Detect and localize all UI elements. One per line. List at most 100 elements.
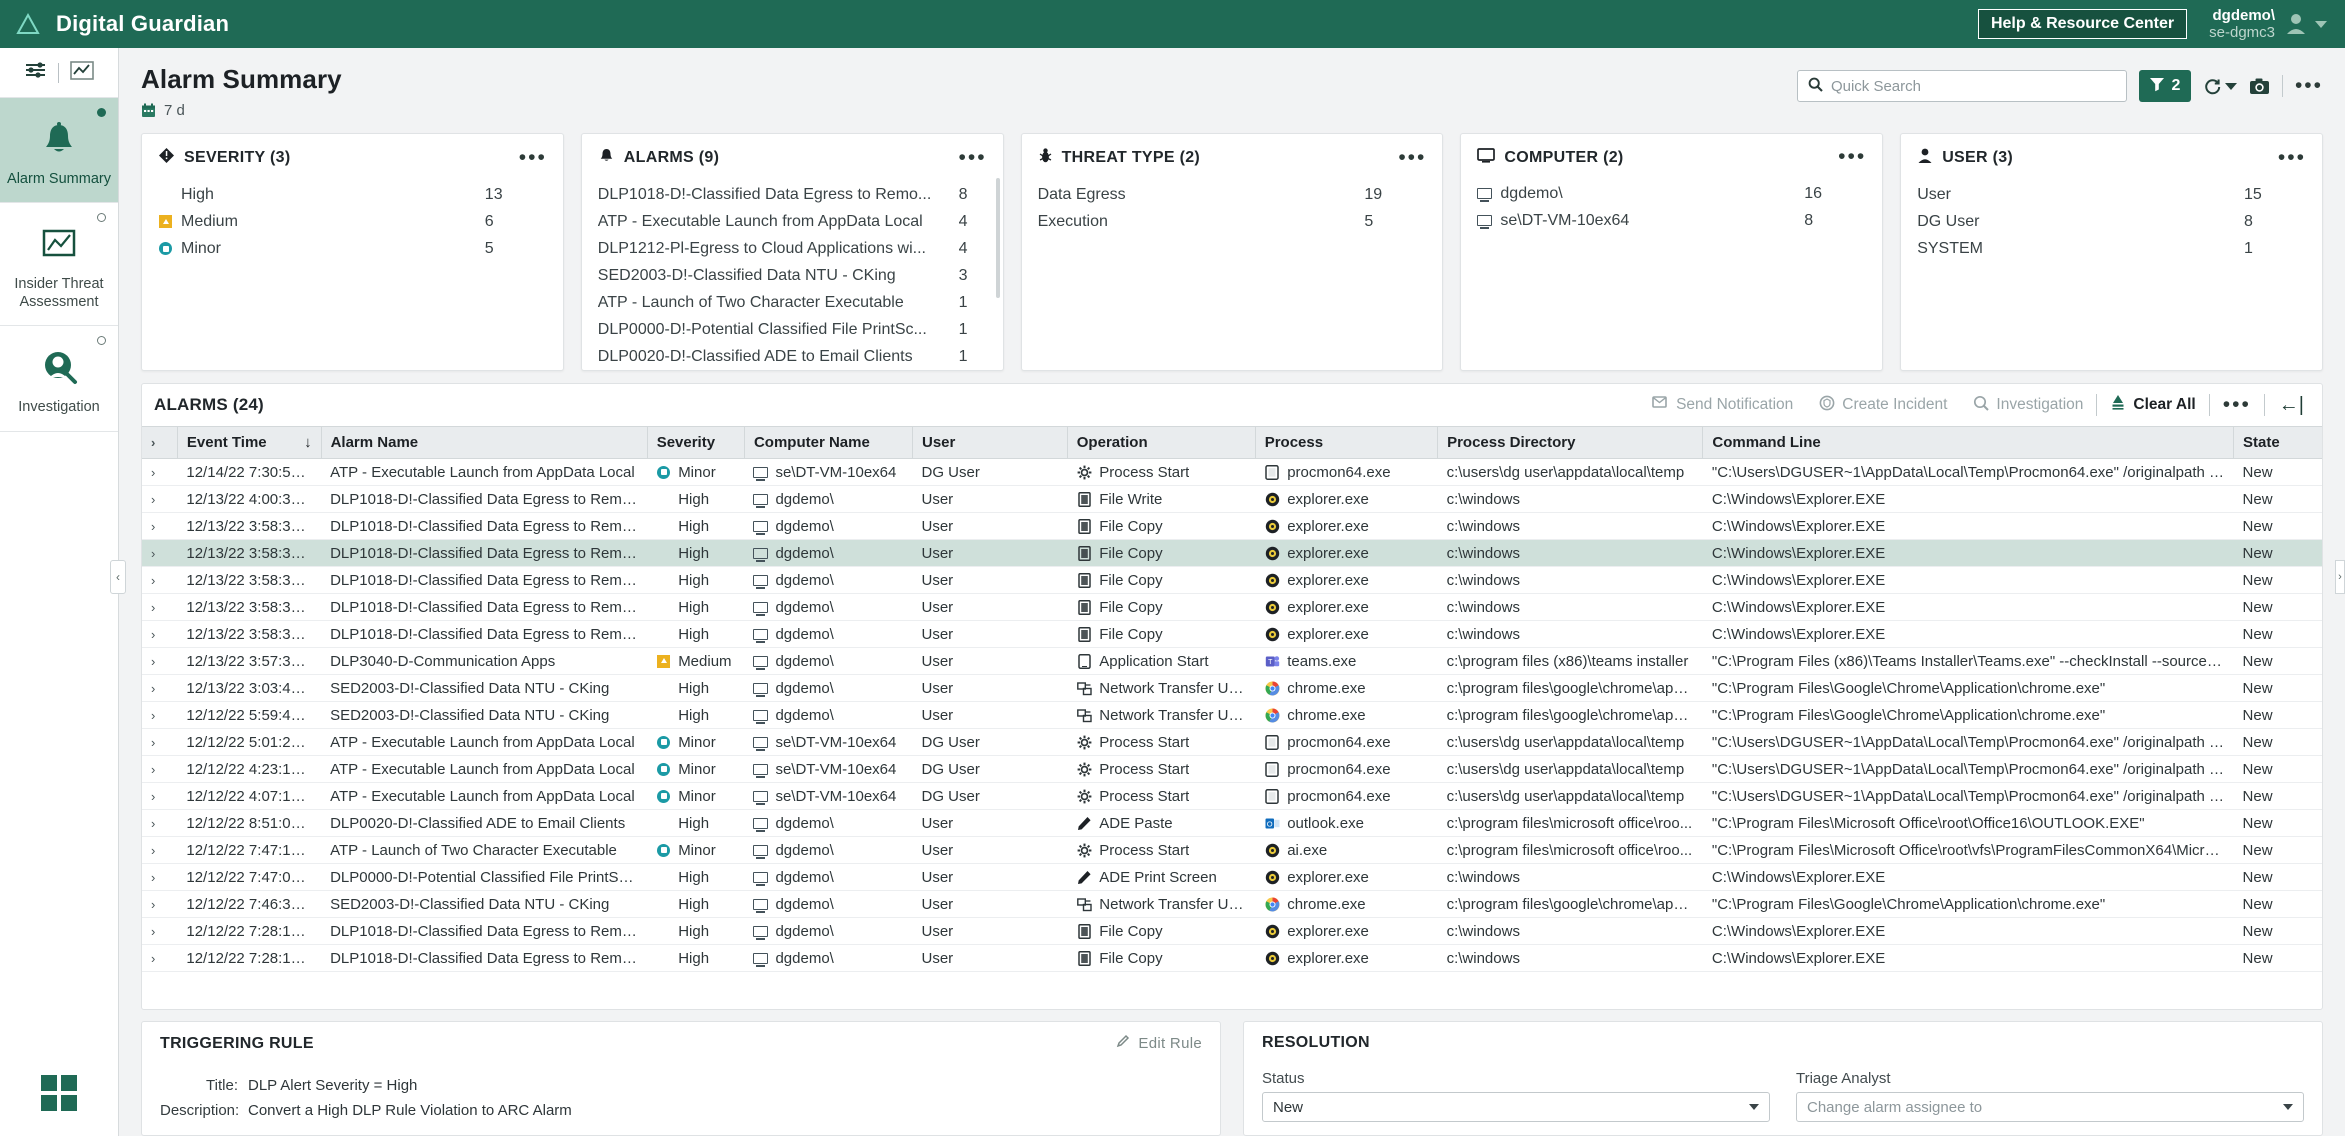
- list-item[interactable]: Minor 5: [158, 235, 547, 262]
- col-header-process[interactable]: Process: [1254, 426, 1438, 459]
- col-header-process-directory[interactable]: Process Directory: [1437, 426, 1703, 459]
- row-expand-cell[interactable]: ›: [142, 458, 178, 486]
- filters-icon[interactable]: [25, 61, 47, 84]
- list-item[interactable]: User 15: [1917, 181, 2306, 208]
- table-row[interactable]: › 12/12/22 5:01:26 PM ATP - Executable Lau…: [142, 728, 2322, 756]
- app-grid-icon[interactable]: [0, 1058, 118, 1136]
- row-expand-cell[interactable]: ›: [142, 647, 178, 675]
- list-item[interactable]: DLP1212-Pl-Egress to Cloud Applications …: [598, 235, 987, 262]
- col-header-severity[interactable]: Severity: [646, 426, 745, 459]
- list-item[interactable]: DLP0020-D!-Classified ADE to Email Clien…: [598, 343, 987, 370]
- create-incident-button[interactable]: Create Incident: [1806, 395, 1960, 416]
- panel-collapse-handle[interactable]: ›: [2335, 560, 2345, 594]
- table-row[interactable]: › 12/13/22 3:58:39 AM DLP1018-D!-Classifie…: [142, 539, 2322, 567]
- list-item[interactable]: DLP1018-D!-Classified Data Egress to Rem…: [598, 181, 987, 208]
- table-row[interactable]: › 12/13/22 3:57:39 AM DLP3040-D-Communicat…: [142, 647, 2322, 675]
- table-row[interactable]: › 12/12/22 7:47:10 AM ATP - Launch of Two …: [142, 836, 2322, 864]
- table-row[interactable]: › 12/13/22 3:58:39 AM DLP1018-D!-Classifie…: [142, 620, 2322, 648]
- list-item[interactable]: ATP - Launch of Two Character Executable…: [598, 289, 987, 316]
- col-header-state[interactable]: State: [2233, 426, 2322, 459]
- table-row[interactable]: › 12/13/22 3:58:39 AM DLP1018-D!-Classifie…: [142, 566, 2322, 594]
- chart-panel-icon[interactable]: [69, 60, 94, 85]
- list-item[interactable]: Data Egress 19: [1038, 181, 1427, 208]
- help-resource-center-button[interactable]: Help & Resource Center: [1977, 9, 2188, 39]
- table-row[interactable]: › 12/12/22 7:47:06 AM DLP0000-D!-Potential…: [142, 863, 2322, 891]
- row-expand-cell[interactable]: ›: [142, 539, 178, 567]
- row-expand-cell[interactable]: ›: [142, 620, 178, 648]
- list-item[interactable]: ATP - Executable Launch from AppData Loc…: [598, 208, 987, 235]
- investigation-button[interactable]: Investigation: [1960, 395, 2096, 416]
- list-item[interactable]: Medium 6: [158, 208, 547, 235]
- ellipsis-icon[interactable]: •••: [1398, 147, 1426, 167]
- alarms-more-button[interactable]: •••: [2210, 394, 2264, 414]
- table-row[interactable]: › 12/12/22 5:59:42 PM SED2003-D!-Classifie…: [142, 701, 2322, 729]
- sidebar-item-alarm-summary[interactable]: Alarm Summary: [0, 98, 118, 204]
- col-header-computer-name[interactable]: Computer Name: [743, 426, 913, 459]
- table-row[interactable]: › 12/13/22 4:00:39 AM DLP1018-D!-Classifie…: [142, 485, 2322, 513]
- table-row[interactable]: › 12/13/22 3:58:39 AM DLP1018-D!-Classifie…: [142, 512, 2322, 540]
- send-notification-button[interactable]: Send Notification: [1639, 395, 1806, 415]
- row-expand-cell[interactable]: ›: [142, 512, 178, 540]
- arrow-left-icon[interactable]: ←|: [2265, 394, 2310, 417]
- row-expand-cell[interactable]: ›: [142, 701, 178, 729]
- edit-rule-button[interactable]: Edit Rule: [1116, 1034, 1202, 1053]
- list-item[interactable]: Execution 5: [1038, 208, 1427, 235]
- table-row[interactable]: › 12/14/22 7:30:50 AM ATP - Executable Lau…: [142, 458, 2322, 486]
- col-header-operation[interactable]: Operation: [1066, 426, 1256, 459]
- table-row[interactable]: › 12/12/22 7:28:15 AM DLP1018-D!-Classifie…: [142, 917, 2322, 945]
- filter-button[interactable]: 2: [2138, 70, 2191, 102]
- row-expand-cell[interactable]: ›: [142, 485, 178, 513]
- row-expand-cell[interactable]: ›: [142, 809, 178, 837]
- table-row[interactable]: › 12/13/22 3:58:39 AM DLP1018-D!-Classifie…: [142, 593, 2322, 621]
- row-expand-cell[interactable]: ›: [142, 836, 178, 864]
- list-item[interactable]: se\DT-VM-10ex64 8: [1477, 207, 1866, 234]
- chevron-down-icon[interactable]: [2224, 82, 2237, 90]
- table-row[interactable]: › 12/12/22 7:46:39 AM SED2003-D!-Classifie…: [142, 890, 2322, 918]
- refresh-button[interactable]: [2203, 77, 2237, 96]
- table-row[interactable]: › 12/12/22 8:51:09 AM DLP0020-D!-Classifie…: [142, 809, 2322, 837]
- col-header-command-line[interactable]: Command Line: [1702, 426, 2234, 459]
- list-item[interactable]: High 13: [158, 181, 547, 208]
- list-item[interactable]: dgdemo\ 16: [1477, 180, 1866, 207]
- list-item[interactable]: DG User 8: [1917, 208, 2306, 235]
- list-item[interactable]: SYSTEM 1: [1917, 235, 2306, 262]
- avatar[interactable]: [2285, 12, 2327, 36]
- clear-all-button[interactable]: Clear All: [2097, 394, 2208, 416]
- row-expand-cell[interactable]: ›: [142, 755, 178, 783]
- chevron-down-icon[interactable]: [2315, 20, 2327, 28]
- table-row[interactable]: › 12/12/22 7:28:15 AM DLP1018-D!-Classifie…: [142, 944, 2322, 972]
- col-header-event-time[interactable]: Event Time ↓: [176, 426, 322, 459]
- expand-all-header[interactable]: ›: [142, 426, 178, 459]
- table-row[interactable]: › 12/13/22 3:03:44 AM SED2003-D!-Classifie…: [142, 674, 2322, 702]
- row-expand-cell[interactable]: ›: [142, 782, 178, 810]
- row-expand-cell[interactable]: ›: [142, 944, 178, 972]
- row-expand-cell[interactable]: ›: [142, 917, 178, 945]
- sidebar-item-insider-threat-assessment[interactable]: Insider Threat Assessment: [0, 203, 118, 327]
- date-range-filter[interactable]: 7 d: [141, 102, 342, 119]
- table-row[interactable]: › 12/12/22 4:23:10 PM ATP - Executable Lau…: [142, 755, 2322, 783]
- card-scrollbar[interactable]: [995, 178, 1000, 298]
- ellipsis-icon[interactable]: •••: [959, 147, 987, 167]
- list-item[interactable]: SED2003-D!-Classified Data NTU - CKing 3: [598, 262, 987, 289]
- row-expand-cell[interactable]: ›: [142, 728, 178, 756]
- col-header-user[interactable]: User: [912, 426, 1068, 459]
- row-expand-cell[interactable]: ›: [142, 593, 178, 621]
- col-header-alarm-name[interactable]: Alarm Name: [320, 426, 648, 459]
- status-select[interactable]: New: [1262, 1092, 1770, 1122]
- snapshot-button[interactable]: [2249, 77, 2270, 95]
- row-expand-cell[interactable]: ›: [142, 863, 178, 891]
- ellipsis-icon[interactable]: •••: [519, 147, 547, 167]
- ellipsis-icon[interactable]: •••: [2278, 147, 2306, 167]
- triage-analyst-select[interactable]: Change alarm assignee to: [1796, 1092, 2304, 1122]
- ellipsis-icon[interactable]: •••: [2295, 75, 2323, 95]
- table-row[interactable]: › 12/12/22 4:07:13 PM ATP - Executable Lau…: [142, 782, 2322, 810]
- sidebar-item-investigation[interactable]: Investigation: [0, 326, 118, 432]
- search-input[interactable]: [1830, 77, 2116, 95]
- row-expand-cell[interactable]: ›: [142, 674, 178, 702]
- search-box[interactable]: [1796, 70, 2127, 102]
- user-menu[interactable]: dgdemo\ se-dgmc3: [2209, 7, 2327, 42]
- row-expand-cell[interactable]: ›: [142, 890, 178, 918]
- ellipsis-icon[interactable]: •••: [1838, 147, 1866, 167]
- row-expand-cell[interactable]: ›: [142, 566, 178, 594]
- list-item[interactable]: DLP0000-D!-Potential Classified File Pri…: [598, 316, 987, 343]
